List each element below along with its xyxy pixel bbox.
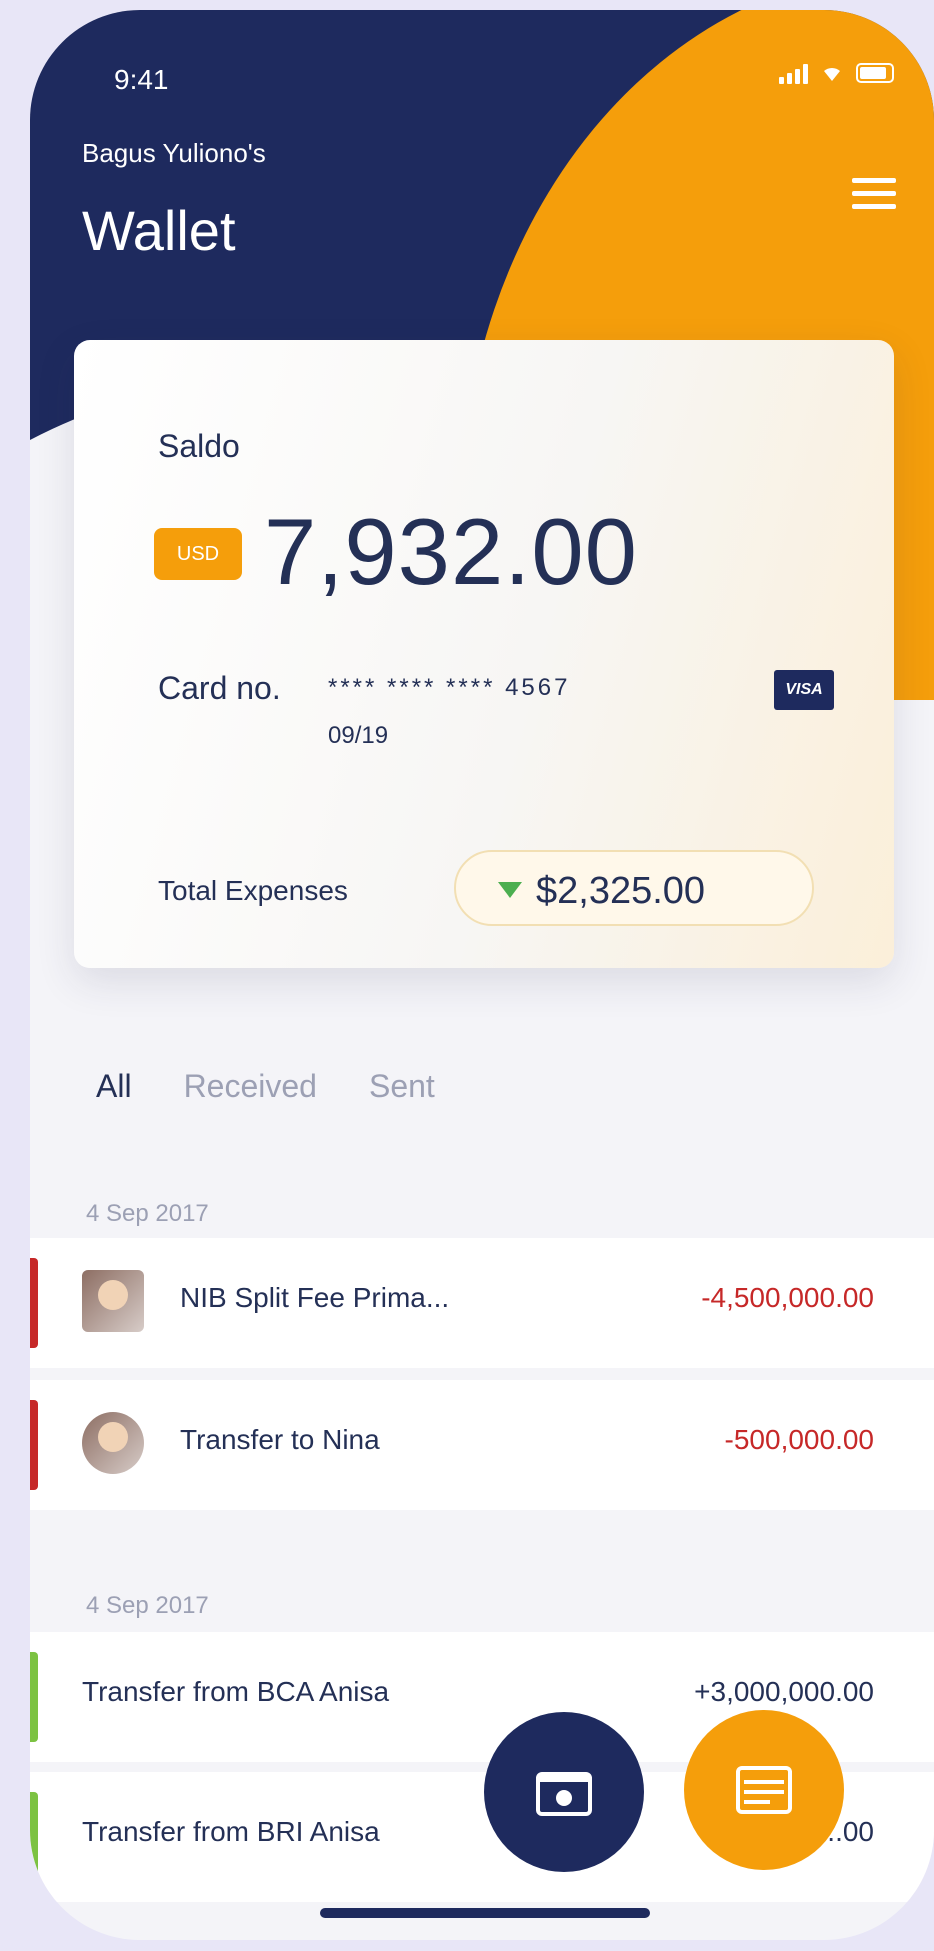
total-expenses-label: Total Expenses — [158, 875, 348, 906]
battery-icon — [856, 63, 894, 83]
transaction-row[interactable]: NIB Split Fee Prima... -4,500,000.00 — [30, 1238, 934, 1368]
balance-card: Saldo USD 7,932.00 Card no. **** **** **… — [74, 340, 894, 968]
expense-indicator — [30, 1258, 38, 1348]
visa-logo: VISA — [774, 670, 834, 710]
currency-badge: USD — [154, 528, 242, 580]
tab-received[interactable]: Received — [184, 1068, 317, 1105]
status-bar: 9:41 — [114, 50, 894, 95]
status-time: 9:41 — [114, 64, 169, 95]
card-number: **** **** **** 4567 — [328, 674, 571, 701]
expense-indicator — [30, 1400, 38, 1490]
transaction-name: Transfer from BCA Anisa — [82, 1676, 390, 1707]
edit-note-icon — [736, 1766, 792, 1814]
card-expiry: 09/19 — [328, 722, 389, 749]
total-expenses-value: $2,325.00 — [536, 870, 706, 912]
expense-trend-icon — [498, 882, 522, 898]
saldo-label: Saldo — [158, 428, 240, 464]
balance-amount: 7,932.00 — [264, 499, 638, 604]
transaction-amount: +3,000,000.00 — [694, 1676, 874, 1707]
date-header: 4 Sep 2017 — [86, 1592, 209, 1619]
wallet-owner: Bagus Yuliono's — [82, 138, 266, 168]
scan-button[interactable] — [484, 1712, 644, 1872]
income-indicator — [30, 1652, 38, 1742]
signal-icon — [779, 62, 808, 84]
transaction-name: NIB Split Fee Prima... — [180, 1282, 450, 1313]
add-note-button[interactable] — [684, 1710, 844, 1870]
total-expenses-pill[interactable]: $2,325.00 — [454, 850, 814, 926]
phone-screen: 9:41 Bagus Yuliono's Wallet Saldo USD 7,… — [30, 10, 934, 1940]
transaction-name: Transfer from BRI Anisa — [82, 1816, 380, 1847]
status-icons — [779, 62, 894, 84]
income-indicator — [30, 1792, 38, 1882]
avatar — [82, 1270, 144, 1332]
tab-all[interactable]: All — [96, 1068, 132, 1105]
avatar — [82, 1412, 144, 1474]
home-indicator[interactable] — [320, 1908, 650, 1918]
transaction-amount: -4,500,000.00 — [701, 1282, 874, 1313]
card-number-label: Card no. — [158, 670, 281, 706]
transaction-name: Transfer to Nina — [180, 1424, 380, 1455]
date-header: 4 Sep 2017 — [86, 1200, 209, 1227]
scan-icon — [536, 1772, 592, 1816]
menu-icon[interactable] — [852, 178, 896, 222]
transaction-row[interactable]: Transfer to Nina -500,000.00 — [30, 1380, 934, 1510]
wifi-icon — [820, 63, 844, 83]
tab-sent[interactable]: Sent — [369, 1068, 435, 1105]
page-title: Wallet — [82, 199, 236, 262]
filter-tabs: All Received Sent — [96, 1068, 435, 1105]
transaction-amount: -500,000.00 — [724, 1424, 874, 1455]
